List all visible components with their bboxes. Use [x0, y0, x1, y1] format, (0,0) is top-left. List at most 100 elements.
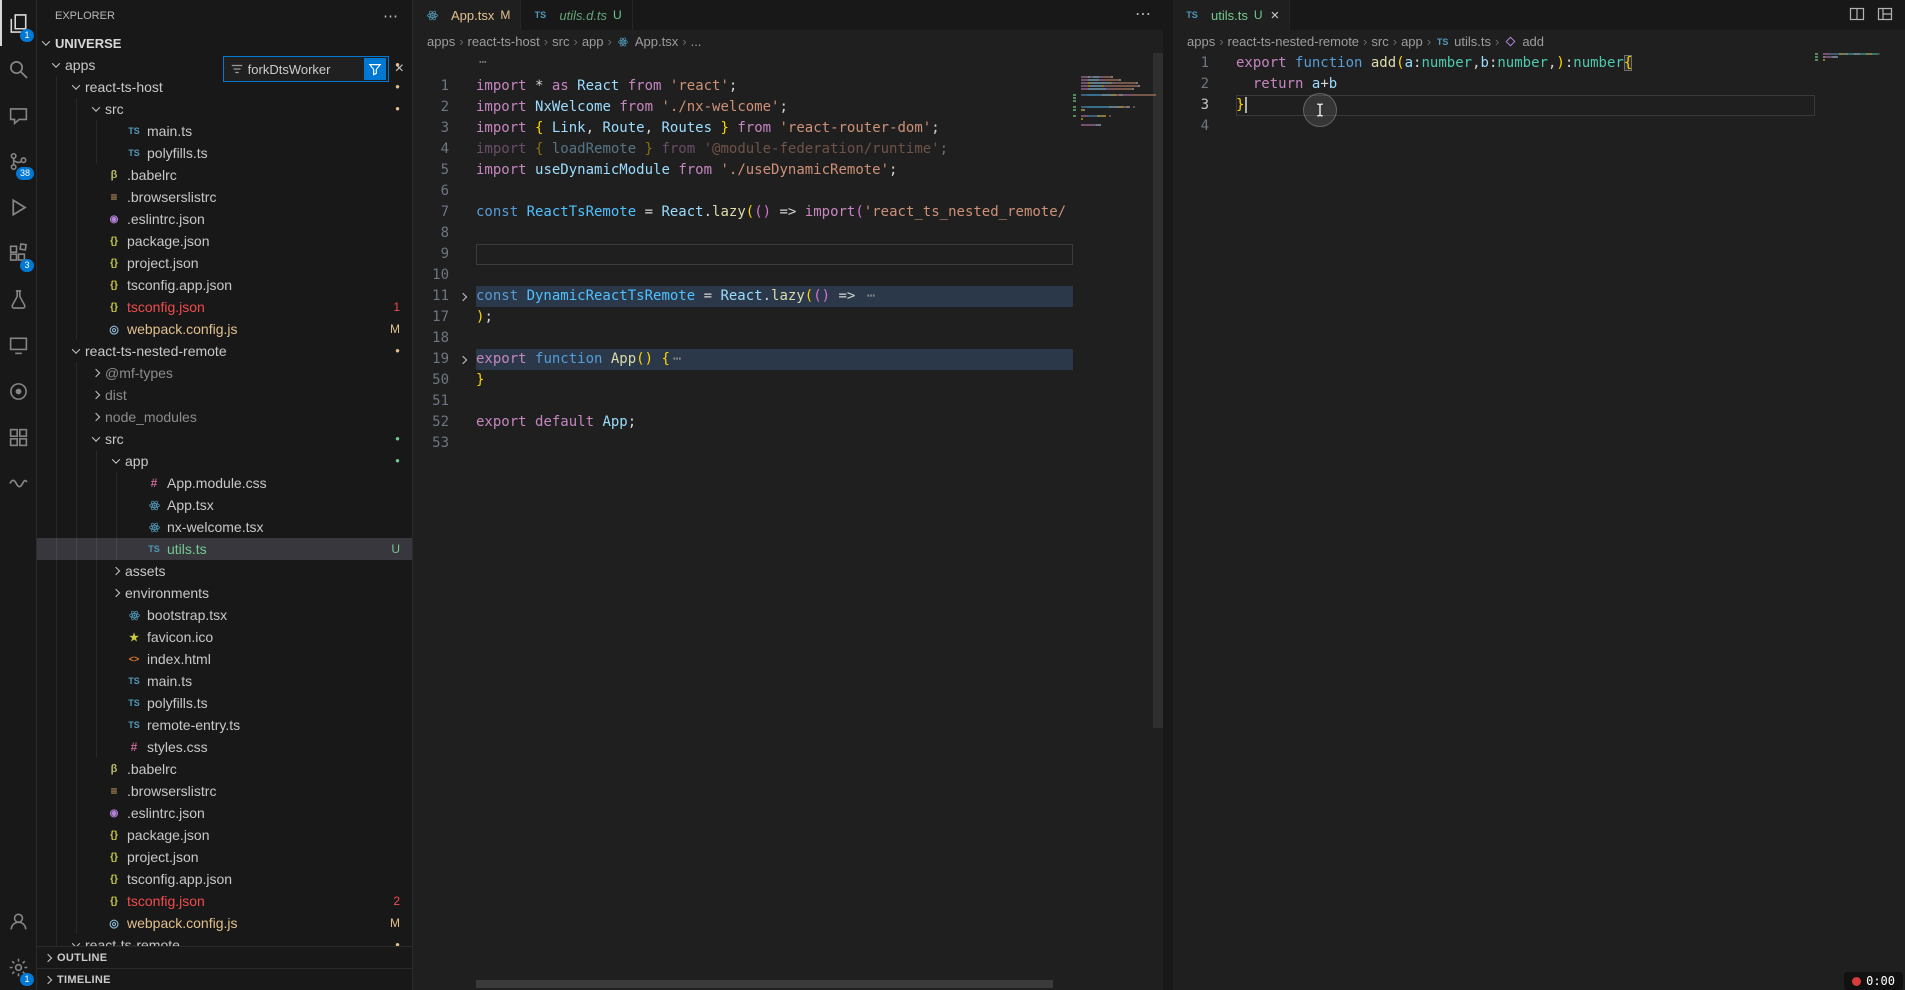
breadcrumb-item[interactable]: react-ts-nested-remote	[1228, 34, 1360, 49]
fold-chevron-icon[interactable]	[449, 286, 476, 307]
code-line[interactable]: 4	[1173, 116, 1815, 137]
tree-item-node-modules[interactable]: node_modules	[37, 406, 412, 428]
tree-item-polyfills-ts[interactable]: TSpolyfills.ts	[37, 142, 412, 164]
close-icon[interactable]: ×	[1271, 7, 1280, 24]
code-line[interactable]: 52export default App;	[413, 412, 1073, 433]
copilot-chat-icon[interactable]	[0, 92, 36, 138]
code-line[interactable]: 1export function add(a:number,b:number,)…	[1173, 53, 1815, 74]
horizontal-scrollbar[interactable]	[476, 980, 1053, 988]
breadcrumb-item[interactable]: src	[1371, 34, 1388, 49]
settings-icon[interactable]: 1	[0, 944, 36, 990]
more-actions-icon[interactable]: ⋯	[383, 7, 398, 25]
tree-item-app-tsx[interactable]: App.tsx	[37, 494, 412, 516]
code-line[interactable]: 6	[413, 181, 1073, 202]
source-control-icon[interactable]: 38	[0, 138, 36, 184]
tree-item-babelrc[interactable]: β.babelrc	[37, 758, 412, 780]
console-ninja-icon[interactable]	[0, 460, 36, 506]
code-editor-left[interactable]: ⋯ 1import * as React from 'react';2impor…	[413, 53, 1163, 990]
tree-item-project-json[interactable]: {}project.json	[37, 252, 412, 274]
code-line[interactable]: 18	[413, 328, 1073, 349]
breadcrumb-item[interactable]: apps	[427, 34, 455, 49]
tree-item-eslintrc-json[interactable]: ◉.eslintrc.json	[37, 802, 412, 824]
code-line[interactable]: 51	[413, 391, 1073, 412]
tree-item-utils-ts[interactable]: TSutils.tsU	[37, 538, 412, 560]
code-line[interactable]: 4import { loadRemote } from '@module-fed…	[413, 139, 1073, 160]
workspace-root[interactable]: UNIVERSE	[37, 32, 412, 54]
breadcrumb-item[interactable]: ...	[691, 34, 702, 49]
code-line[interactable]: 8	[413, 223, 1073, 244]
code-line[interactable]: 9	[413, 244, 1073, 265]
tree-item-package-json[interactable]: {}package.json	[37, 230, 412, 252]
tree-item-index-html[interactable]: <>index.html	[37, 648, 412, 670]
code-area[interactable]: 1export function add(a:number,b:number,)…	[1173, 53, 1815, 990]
tree-item-favicon-ico[interactable]: ★favicon.ico	[37, 626, 412, 648]
tree-item-main-ts[interactable]: TSmain.ts	[37, 670, 412, 692]
tree-item-styles-css[interactable]: #styles.css	[37, 736, 412, 758]
code-area[interactable]: 1import * as React from 'react';2import …	[413, 76, 1073, 990]
tree-item-environments[interactable]: environments	[37, 582, 412, 604]
more-icon[interactable]: ⋯	[1135, 7, 1151, 23]
tree-item-webpack-config-js[interactable]: ◎webpack.config.jsM	[37, 318, 412, 340]
tree-item-babelrc[interactable]: β.babelrc	[37, 164, 412, 186]
breadcrumb-item[interactable]: apps	[1187, 34, 1215, 49]
code-line[interactable]: 10	[413, 265, 1073, 286]
breadcrumb-item[interactable]: react-ts-host	[468, 34, 540, 49]
fold-chevron-icon[interactable]	[449, 349, 476, 370]
tree-item-app[interactable]: app●	[37, 450, 412, 472]
tree-item-browserslistrc[interactable]: ≡.browserslistrc	[37, 186, 412, 208]
tree-item-remote-entry-ts[interactable]: TSremote-entry.ts	[37, 714, 412, 736]
minimap[interactable]	[1073, 76, 1153, 990]
vertical-scrollbar[interactable]	[1153, 53, 1163, 728]
tree-item-mf-types[interactable]: @mf-types	[37, 362, 412, 384]
tree-item-bootstrap-tsx[interactable]: bootstrap.tsx	[37, 604, 412, 626]
code-line[interactable]: 2import NxWelcome from './nx-welcome';	[413, 97, 1073, 118]
editor-sash[interactable]	[1163, 0, 1173, 990]
code-editor-right[interactable]: 1export function add(a:number,b:number,)…	[1173, 53, 1905, 990]
testing-icon[interactable]	[0, 276, 36, 322]
layout-icon[interactable]	[1877, 6, 1893, 25]
search-icon[interactable]	[0, 46, 36, 92]
code-line[interactable]: 3}	[1173, 95, 1815, 116]
tree-item-nx-welcome-tsx[interactable]: nx-welcome.tsx	[37, 516, 412, 538]
breadcrumb-item[interactable]: app	[1401, 34, 1423, 49]
breadcrumb-item[interactable]: App.tsx	[616, 34, 678, 50]
explorer-icon[interactable]: 1	[0, 0, 36, 46]
code-line[interactable]: 7const ReactTsRemote = React.lazy(() => …	[413, 202, 1073, 223]
code-line[interactable]: 2 return a+b	[1173, 74, 1815, 95]
filter-funnel-button[interactable]	[364, 58, 386, 80]
tree-item-dist[interactable]: dist	[37, 384, 412, 406]
tree-item-react-ts-nested-remote[interactable]: react-ts-nested-remote●	[37, 340, 412, 362]
tree-item-src[interactable]: src●	[37, 98, 412, 120]
code-line[interactable]: 53	[413, 433, 1073, 454]
breadcrumb-item[interactable]: add	[1503, 34, 1544, 50]
tree-item-src[interactable]: src●	[37, 428, 412, 450]
code-line[interactable]: 17);	[413, 307, 1073, 328]
tree-filter-input[interactable]	[248, 62, 360, 77]
tree-item-main-ts[interactable]: TSmain.ts	[37, 120, 412, 142]
split-editor-icon[interactable]	[1849, 6, 1865, 25]
code-line[interactable]: 3import { Link, Route, Routes } from 're…	[413, 118, 1073, 139]
nx-console-icon[interactable]	[0, 368, 36, 414]
tree-item-tsconfig-json[interactable]: {}tsconfig.json2	[37, 890, 412, 912]
tree-item-tsconfig-json[interactable]: {}tsconfig.json1	[37, 296, 412, 318]
run-and-debug-icon[interactable]	[0, 184, 36, 230]
code-line[interactable]: 11const DynamicReactTsRemote = React.laz…	[413, 286, 1073, 307]
outline-section[interactable]: OUTLINE	[37, 946, 412, 968]
timeline-section[interactable]: TIMELINE	[37, 968, 412, 990]
tree-item-app-module-css[interactable]: #App.module.css	[37, 472, 412, 494]
code-line[interactable]: 19export function App() {⋯	[413, 349, 1073, 370]
tree-item-assets[interactable]: assets	[37, 560, 412, 582]
code-line[interactable]: 5import useDynamicModule from './useDyna…	[413, 160, 1073, 181]
tree-item-polyfills-ts[interactable]: TSpolyfills.ts	[37, 692, 412, 714]
filter-close-icon[interactable]: ×	[395, 60, 404, 78]
tab-app-tsx[interactable]: App.tsxM	[413, 0, 521, 30]
breadcrumb-item[interactable]: src	[552, 34, 569, 49]
project-grid-icon[interactable]	[0, 414, 36, 460]
extensions-icon[interactable]: 3	[0, 230, 36, 276]
code-line[interactable]: 50}	[413, 370, 1073, 391]
code-line[interactable]: 1import * as React from 'react';	[413, 76, 1073, 97]
tree-item-eslintrc-json[interactable]: ◉.eslintrc.json	[37, 208, 412, 230]
minimap[interactable]	[1815, 53, 1895, 990]
tab-utils-ts[interactable]: TSutils.tsU×	[1173, 0, 1290, 30]
breadcrumb-item[interactable]: app	[582, 34, 604, 49]
